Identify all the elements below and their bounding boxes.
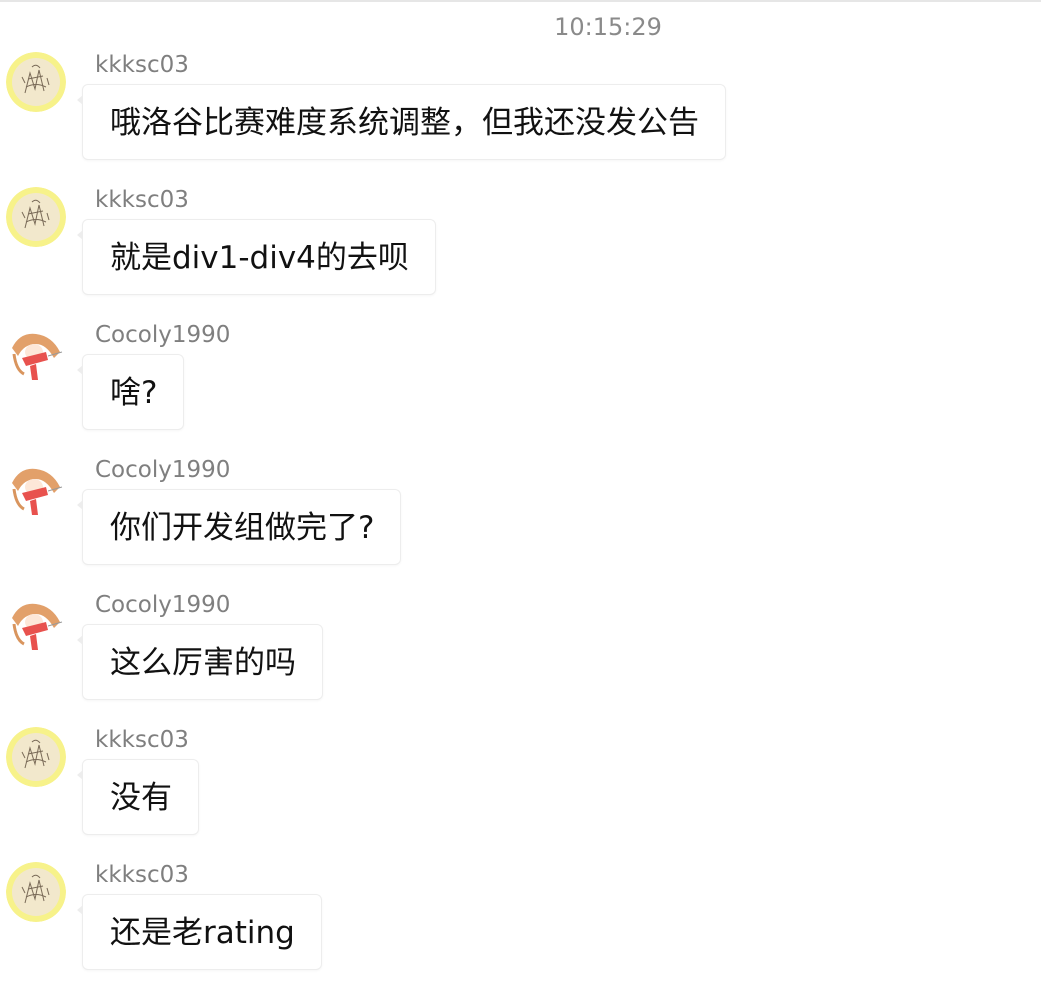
message-bubble[interactable]: 还是老rating (77, 894, 322, 970)
message-bubble[interactable]: 啥? (77, 354, 185, 430)
avatar[interactable] (6, 592, 66, 652)
message-text: 哦洛谷比赛难度系统调整，但我还没发公告 (110, 105, 699, 141)
bubble-tail (77, 635, 83, 645)
chat-message: Cocoly1990 你们开发组做完了? (0, 457, 1041, 587)
message-text: 没有 (110, 780, 172, 816)
cocoly1990-avatar-anime-icon (6, 592, 66, 652)
message-text: 还是老rating (110, 915, 295, 951)
chat-message: Cocoly1990 啥? (0, 322, 1041, 452)
chat-message: kkksc03 哦洛谷比赛难度系统调整，但我还没发公告 (0, 52, 1041, 182)
cocoly1990-avatar-anime-icon (6, 457, 66, 517)
kkksc03-avatar-sketch-icon (6, 52, 66, 112)
sender-name: kkksc03 (95, 187, 189, 213)
bubble-tail (77, 365, 83, 375)
message-text: 这么厉害的吗 (110, 645, 296, 681)
sender-name: kkksc03 (95, 727, 189, 753)
chat-message: kkksc03 没有 (0, 727, 1041, 857)
sender-name: Cocoly1990 (95, 457, 231, 483)
sender-name: kkksc03 (95, 862, 189, 888)
bubble-tail (77, 95, 83, 105)
avatar[interactable] (6, 187, 66, 247)
bubble-tail (77, 770, 83, 780)
message-timestamp: 10:15:29 (554, 13, 662, 41)
chat-message: kkksc03 还是老rating (0, 862, 1041, 992)
message-bubble[interactable]: 没有 (77, 759, 199, 835)
kkksc03-avatar-sketch-icon (6, 187, 66, 247)
sender-name: kkksc03 (95, 52, 189, 78)
avatar[interactable] (6, 52, 66, 112)
avatar[interactable] (6, 727, 66, 787)
message-text: 你们开发组做完了? (110, 510, 375, 546)
kkksc03-avatar-sketch-icon (6, 862, 66, 922)
message-text: 啥? (110, 375, 158, 411)
bubble-tail (77, 905, 83, 915)
sender-name: Cocoly1990 (95, 592, 231, 618)
avatar[interactable] (6, 862, 66, 922)
message-bubble[interactable]: 你们开发组做完了? (77, 489, 402, 565)
avatar[interactable] (6, 322, 66, 382)
kkksc03-avatar-sketch-icon (6, 727, 66, 787)
bubble-tail (77, 500, 83, 510)
cocoly1990-avatar-anime-icon (6, 322, 66, 382)
message-bubble[interactable]: 这么厉害的吗 (77, 624, 323, 700)
message-text: 就是div1-div4的去呗 (110, 240, 409, 276)
bubble-tail (77, 230, 83, 240)
chat-message: Cocoly1990 这么厉害的吗 (0, 592, 1041, 722)
message-bubble[interactable]: 就是div1-div4的去呗 (77, 219, 436, 295)
message-bubble[interactable]: 哦洛谷比赛难度系统调整，但我还没发公告 (77, 84, 726, 160)
sender-name: Cocoly1990 (95, 322, 231, 348)
avatar[interactable] (6, 457, 66, 517)
chat-message: kkksc03 就是div1-div4的去呗 (0, 187, 1041, 317)
window-top-border (0, 0, 1041, 2)
